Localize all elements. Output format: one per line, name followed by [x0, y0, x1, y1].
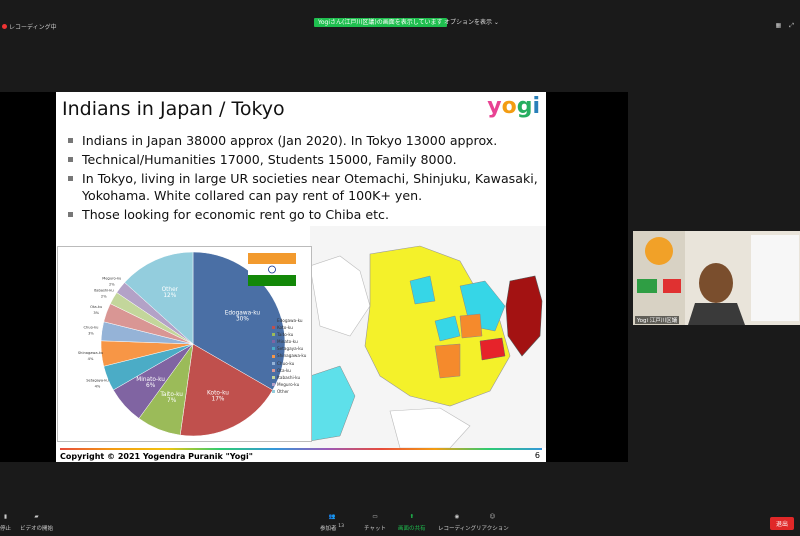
legend-swatch: [272, 382, 275, 386]
legend-label: Meguro-ku: [277, 381, 300, 387]
video-frame: [633, 231, 800, 325]
share-screen-button[interactable]: ⬆ 画面の共有: [398, 514, 426, 532]
page-number: 6: [534, 451, 540, 460]
slide-title: Indians in Japan / Tokyo: [62, 98, 285, 120]
legend-label: Taito-ku: [277, 332, 294, 338]
legend-swatch: [272, 354, 275, 358]
recording-indicator[interactable]: レコーディング中: [2, 22, 57, 31]
window-controls: ▦ ⤢: [776, 22, 794, 30]
legend-item: Ota-ku: [272, 367, 306, 374]
fullscreen-icon[interactable]: ⤢: [789, 22, 794, 30]
record-icon: [2, 24, 7, 29]
legend-item: Setagaya-ku: [272, 345, 306, 352]
bullet-item: Those looking for economic rent go to Ch…: [62, 206, 542, 223]
participant-name-label: Yogi 江戸川区議: [635, 316, 680, 324]
share-screen-icon: ⬆: [409, 514, 415, 520]
legend-label: Other: [277, 388, 289, 394]
legend-label: Minato-ku: [277, 339, 298, 345]
pie-slice-label: Shinagawa-ku: [78, 351, 103, 355]
pie-slice-label: Itabashi-ku: [94, 288, 114, 292]
pie-chart: Edogawa-ku 30% Koto-ku 17% Taito-ku 7% Minato-…: [57, 246, 312, 442]
view-options-button[interactable]: オプションを表示 ⌄: [444, 18, 499, 27]
legend-swatch: [272, 375, 275, 379]
legend-swatch: [272, 319, 275, 323]
pie-slice-label: 4%: [95, 385, 101, 389]
legend-item: Koto-ku: [272, 324, 306, 331]
participants-button[interactable]: 👥 参加者 13: [320, 514, 344, 532]
pie-slice-label: 30%: [236, 316, 249, 322]
pie-slice-label: 2%: [109, 283, 115, 287]
start-video-button[interactable]: ▰ ビデオの開始: [20, 514, 53, 532]
india-flag-icon: [248, 253, 296, 286]
legend-item: Meguro-ku: [272, 381, 306, 388]
bullet-item: Technical/Humanities 17000, Students 150…: [62, 151, 542, 168]
participants-count: 13: [338, 524, 345, 530]
chat-button[interactable]: ▭ チャット: [364, 514, 386, 532]
legend-swatch: [272, 347, 275, 351]
stop-button[interactable]: ▮ 停止: [0, 514, 11, 532]
pie-slice-label: 3%: [88, 332, 94, 336]
top-bar: レコーディング中 Yogiさん(江戸川区議)の画面を表示しています オプションを…: [0, 0, 800, 40]
tokyo-map: [309, 226, 546, 449]
yogi-logo: yogi: [487, 94, 540, 119]
reaction-icon: ☺: [489, 514, 496, 520]
legend-item: Other: [272, 388, 306, 395]
bullet-item: In Tokyo, living in large UR societies n…: [62, 170, 542, 204]
presentation-slide: Indians in Japan / Tokyo yogi Indians in…: [56, 92, 546, 462]
chat-icon: ▭: [372, 514, 378, 520]
copyright-text: Copyright © 2021 Yogendra Puranik "Yogi": [60, 452, 253, 461]
pie-slice-label: 3%: [93, 311, 99, 315]
pie-slice-label: Ota-ku: [90, 305, 102, 309]
legend-label: Itabashi-ku: [277, 374, 301, 380]
pie-slice-label: Meguro-ku: [102, 277, 121, 281]
sdg-stripe: [60, 448, 542, 450]
record-icon: ◉: [454, 514, 460, 520]
microphone-icon: ▮: [3, 514, 8, 520]
legend-item: Edogawa-ku: [272, 317, 306, 324]
legend-item: Itabashi-ku: [272, 374, 306, 381]
legend-label: Edogawa-ku: [277, 318, 303, 323]
reactions-button[interactable]: ☺ リアクション: [476, 514, 509, 532]
legend-label: Setagaya-ku: [277, 346, 304, 352]
legend-item: Chuo-ku: [272, 360, 306, 367]
tokyo-map-image: [309, 226, 546, 449]
pie-slice-label: 17%: [212, 396, 225, 402]
meeting-toolbar: ▮ 停止 ▰ ビデオの開始 👥 参加者 13 ▭ チャット ⬆ 画面の共有 ◉ …: [0, 510, 800, 536]
video-off-icon: ▰: [34, 514, 39, 520]
legend-swatch: [272, 340, 275, 344]
legend-swatch: [272, 361, 275, 365]
record-button[interactable]: ◉ レコーディング: [438, 514, 476, 532]
pie-slice-label: 2%: [101, 294, 107, 298]
bullet-item: Indians in Japan 38000 approx (Jan 2020)…: [62, 132, 542, 149]
legend-label: Ota-ku: [277, 367, 291, 373]
slide-footer: Copyright © 2021 Yogendra Puranik "Yogi"…: [56, 448, 546, 462]
legend-item: Minato-ku: [272, 338, 306, 345]
pie-slice-label: 12%: [163, 293, 176, 299]
leave-meeting-button[interactable]: 退出: [769, 517, 794, 530]
legend-swatch: [272, 389, 275, 393]
participants-icon: 👥: [328, 514, 336, 520]
pie-slice-label: 7%: [167, 398, 177, 404]
legend-swatch: [272, 333, 275, 337]
pie-slice-label: Chuo-ku: [84, 326, 99, 330]
legend-swatch: [272, 368, 275, 372]
legend-label: Chuo-ku: [277, 360, 295, 366]
legend-label: Koto-ku: [277, 325, 293, 331]
participant-video[interactable]: Yogi 江戸川区議: [633, 231, 800, 325]
legend-label: Shinagawa-ku: [277, 353, 307, 359]
legend-item: Taito-ku: [272, 331, 306, 338]
pie-legend: Edogawa-ku Koto-ku Taito-ku Minato-ku Setaga…: [272, 317, 306, 395]
legend-swatch: [272, 326, 275, 330]
share-banner: Yogiさん(江戸川区議)の画面を表示しています: [314, 18, 447, 27]
pie-slice-label: Setagaya-ku: [86, 379, 108, 383]
grid-icon[interactable]: ▦: [776, 22, 782, 30]
legend-item: Shinagawa-ku: [272, 352, 306, 359]
pie-slice-label: 4%: [88, 357, 94, 361]
bullet-list: Indians in Japan 38000 approx (Jan 2020)…: [62, 132, 542, 225]
pie-slice-label: 6%: [146, 383, 156, 389]
